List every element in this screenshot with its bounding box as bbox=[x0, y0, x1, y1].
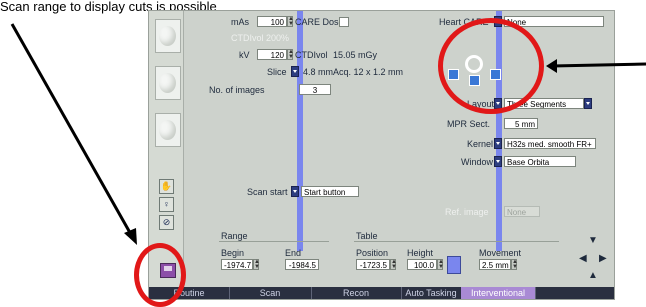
arrow-head-right bbox=[546, 59, 557, 73]
arrow-head-left bbox=[124, 228, 137, 245]
arrow-line-right bbox=[551, 62, 646, 68]
annotation-arrows bbox=[10, 23, 646, 245]
arrow-line-left bbox=[10, 23, 135, 239]
